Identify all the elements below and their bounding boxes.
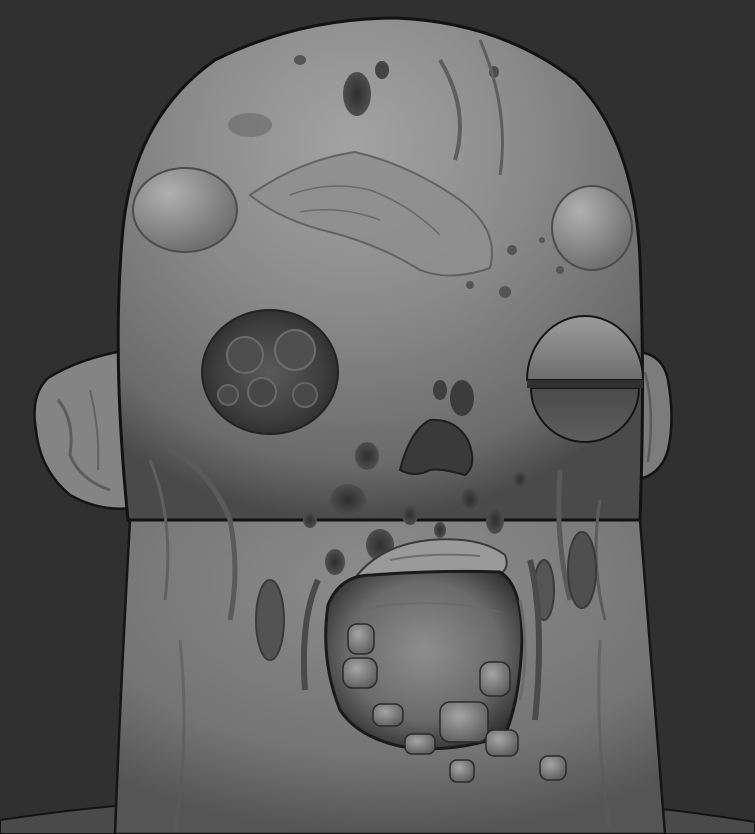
render-viewport [0,0,755,834]
left-eye-socket [201,309,339,435]
sculpt-render [0,16,755,834]
right-eyeball [525,315,645,443]
